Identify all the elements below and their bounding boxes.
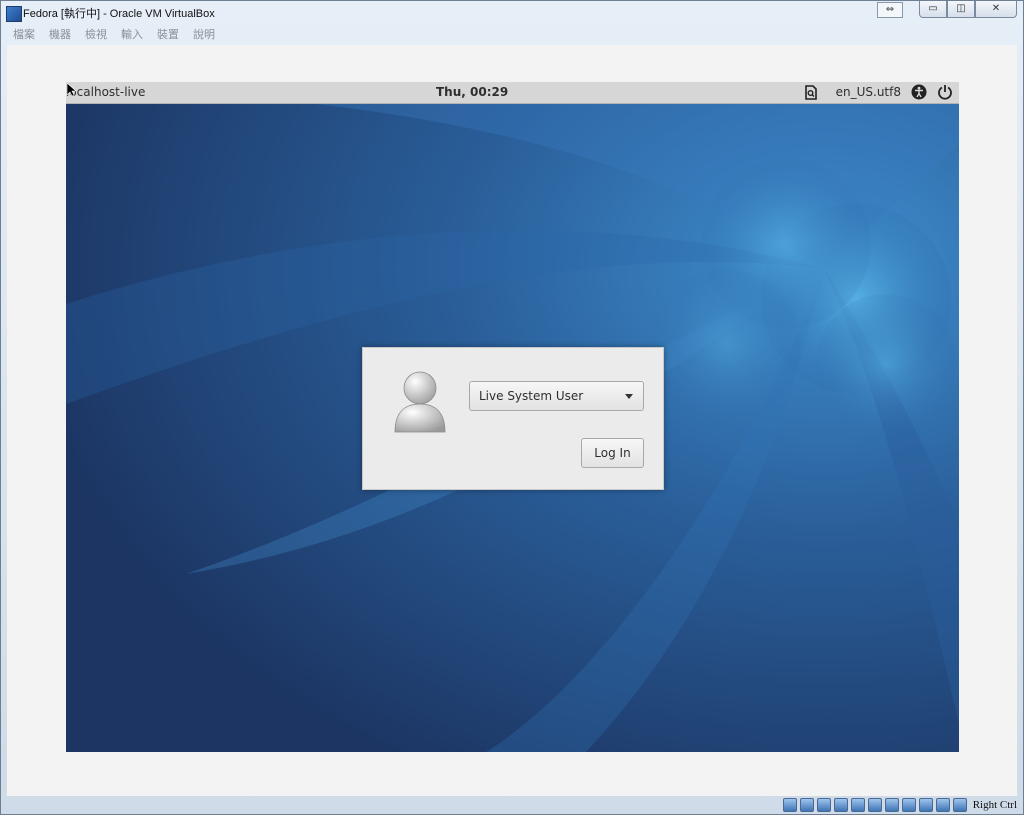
locale-label[interactable]: en_US.utf8 <box>836 85 901 99</box>
selected-user: Live System User <box>479 389 584 403</box>
user-select-dropdown[interactable]: Live System User <box>469 381 644 411</box>
hard-disk-icon[interactable] <box>782 798 797 812</box>
window-controls: ▭ ◫ ✕ <box>919 1 1017 19</box>
window-title: Fedora [執行中] - Oracle VM VirtualBox <box>23 8 215 20</box>
menu-view[interactable]: 檢視 <box>79 27 113 43</box>
chevron-down-icon <box>625 394 633 399</box>
audio-icon[interactable] <box>816 798 831 812</box>
keyboard-layout-icon[interactable] <box>804 84 818 100</box>
close-button[interactable]: ✕ <box>975 1 1017 18</box>
gdm-top-panel: localhost-live Thu, 00:29 en_US.utf8 <box>66 82 959 104</box>
display-icon[interactable] <box>867 798 882 812</box>
host-key-label: Right Ctrl <box>972 799 1017 811</box>
video-capture-icon[interactable] <box>884 798 899 812</box>
minimize-button[interactable]: ▭ <box>919 1 947 18</box>
mouse-integration-icon[interactable] <box>935 798 950 812</box>
network-icon[interactable] <box>901 798 916 812</box>
shared-folders-icon[interactable] <box>850 798 865 812</box>
power-icon[interactable] <box>937 84 953 100</box>
menu-help[interactable]: 說明 <box>187 27 221 43</box>
clock[interactable]: Thu, 00:29 <box>436 85 508 99</box>
menu-machine[interactable]: 機器 <box>43 27 77 43</box>
panel-status-area: en_US.utf8 <box>804 84 953 100</box>
switch-mode-icon[interactable]: ⇔ <box>877 2 903 18</box>
virtualbox-app-icon <box>6 6 22 22</box>
menu-input[interactable]: 輸入 <box>115 27 149 43</box>
cpu-icon[interactable] <box>918 798 933 812</box>
mouse-cursor-icon <box>67 83 77 97</box>
login-dialog: Live System User Log In <box>362 347 664 490</box>
status-bar: Right Ctrl <box>1 796 1023 814</box>
restore-button[interactable]: ◫ <box>947 1 975 18</box>
guest-screen[interactable]: localhost-live Thu, 00:29 en_US.utf8 Liv… <box>66 82 959 752</box>
log-in-button[interactable]: Log In <box>581 438 644 468</box>
hostname-label: localhost-live <box>66 85 146 99</box>
host-key-icon <box>952 798 967 812</box>
usb-icon[interactable] <box>833 798 848 812</box>
title-bar[interactable]: Fedora [執行中] - Oracle VM VirtualBox ⇔ ▭ … <box>1 1 1023 25</box>
user-avatar-icon <box>394 371 446 433</box>
menu-file[interactable]: 檔案 <box>7 27 41 43</box>
status-icons: Right Ctrl <box>782 798 1017 812</box>
menu-devices[interactable]: 裝置 <box>151 27 185 43</box>
optical-drive-icon[interactable] <box>799 798 814 812</box>
menu-bar: 檔案 機器 檢視 輸入 裝置 說明 <box>7 27 1017 43</box>
accessibility-icon[interactable] <box>911 84 927 100</box>
